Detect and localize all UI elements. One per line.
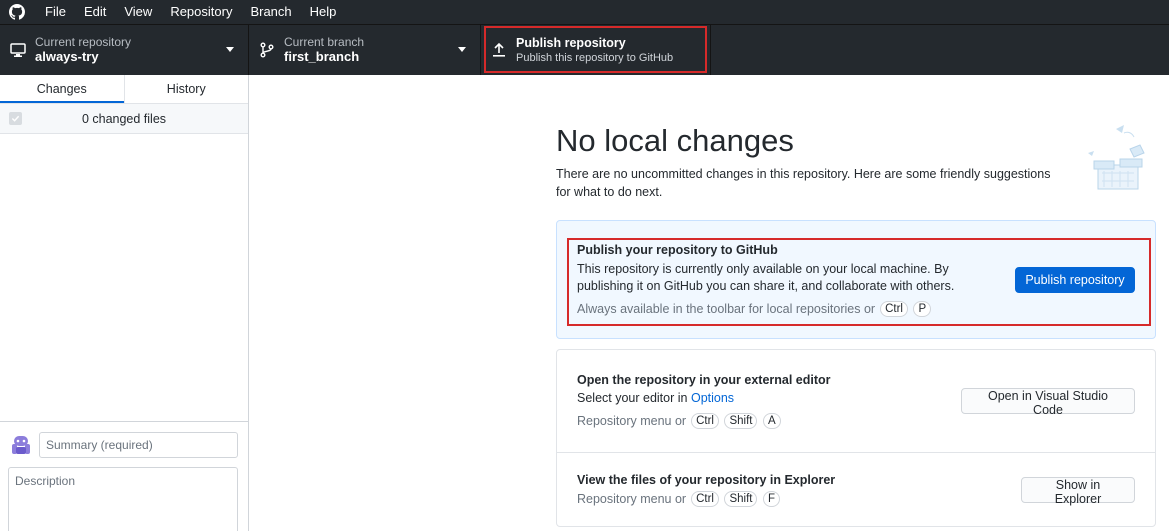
kbd-p: P: [913, 301, 932, 317]
kbd-ctrl: Ctrl: [691, 491, 719, 507]
menu-edit[interactable]: Edit: [75, 0, 115, 24]
publish-repository-toolbar-button[interactable]: Publish repository Publish this reposito…: [481, 25, 711, 75]
desktop-icon: [10, 42, 26, 58]
description-input[interactable]: [8, 467, 238, 531]
menu-repository[interactable]: Repository: [161, 0, 241, 24]
publish-card-title: Publish your repository to GitHub: [577, 243, 778, 257]
toolbar: Current repository always-try Current br…: [0, 24, 1169, 75]
kbd-shift: Shift: [724, 413, 758, 429]
github-logo-icon: [8, 3, 26, 21]
kbd-ctrl: Ctrl: [691, 413, 719, 429]
current-branch-button[interactable]: Current branch first_branch: [249, 25, 481, 75]
main-panel: No local changes There are no uncommitte…: [249, 75, 1169, 531]
git-branch-icon: [259, 42, 275, 58]
show-in-explorer-button[interactable]: Show in Explorer: [1021, 477, 1135, 506]
avatar: [10, 434, 32, 456]
current-branch-name: first_branch: [284, 49, 360, 64]
publish-card-description: This repository is currently only availa…: [577, 262, 955, 293]
publish-suggestion-card: Publish your repository to GitHub This r…: [556, 220, 1156, 339]
show-in-explorer-card: View the files of your repository in Exp…: [556, 452, 1156, 527]
upload-icon: [491, 42, 507, 58]
open-in-vscode-button[interactable]: Open in Visual Studio Code: [961, 388, 1135, 417]
editor-card-title: Open the repository in your external edi…: [577, 373, 831, 387]
editor-card-hint: Repository menu or Ctrl Shift A: [577, 413, 781, 429]
changed-files-header: 0 changed files: [0, 104, 248, 134]
menu-bar: File Edit View Repository Branch Help: [0, 0, 1169, 24]
select-all-checkbox[interactable]: [9, 112, 22, 125]
open-editor-card: Open the repository in your external edi…: [556, 349, 1156, 453]
current-repository-label: Current repository: [35, 35, 132, 49]
explorer-card-title: View the files of your repository in Exp…: [577, 473, 836, 487]
empty-state-illustration-icon: [1084, 123, 1156, 199]
tab-history[interactable]: History: [123, 75, 249, 103]
current-repository-button[interactable]: Current repository always-try: [0, 25, 249, 75]
page-subtitle: There are no uncommitted changes in this…: [556, 167, 1051, 199]
options-link[interactable]: Options: [691, 391, 734, 405]
kbd-a: A: [762, 413, 781, 429]
current-branch-label: Current branch: [284, 35, 365, 49]
explorer-card-hint: Repository menu or Ctrl Shift F: [577, 491, 780, 507]
caret-down-icon: [458, 47, 466, 52]
menu-help[interactable]: Help: [301, 0, 346, 24]
menu-branch[interactable]: Branch: [241, 0, 300, 24]
summary-input[interactable]: [39, 432, 238, 458]
kbd-f: F: [762, 491, 780, 507]
editor-card-hint-text: Repository menu or: [577, 414, 687, 428]
menu-view[interactable]: View: [115, 0, 161, 24]
current-repository-name: always-try: [35, 49, 99, 64]
caret-down-icon: [226, 47, 234, 52]
explorer-card-hint-text: Repository menu or: [577, 492, 687, 506]
page-title: No local changes: [556, 123, 794, 158]
editor-card-description-text: Select your editor in: [577, 391, 688, 405]
tab-changes[interactable]: Changes: [0, 75, 124, 103]
publish-card-hint-text: Always available in the toolbar for loca…: [577, 302, 876, 316]
publish-repository-button[interactable]: Publish repository: [1015, 267, 1135, 293]
publish-repository-title: Publish repository: [516, 36, 626, 50]
sidebar-tabs: Changes History: [0, 75, 248, 104]
publish-repository-subtitle: Publish this repository to GitHub: [516, 52, 674, 64]
sidebar: Changes History 0 changed files: [0, 75, 249, 531]
changed-files-count: 0 changed files: [81, 111, 167, 126]
kbd-shift: Shift: [724, 491, 758, 507]
menu-file[interactable]: File: [36, 0, 75, 24]
editor-card-description: Select your editor in Options: [577, 390, 734, 407]
kbd-ctrl: Ctrl: [880, 301, 908, 317]
publish-card-hint: Always available in the toolbar for loca…: [577, 301, 932, 317]
commit-message-area: [0, 421, 248, 531]
